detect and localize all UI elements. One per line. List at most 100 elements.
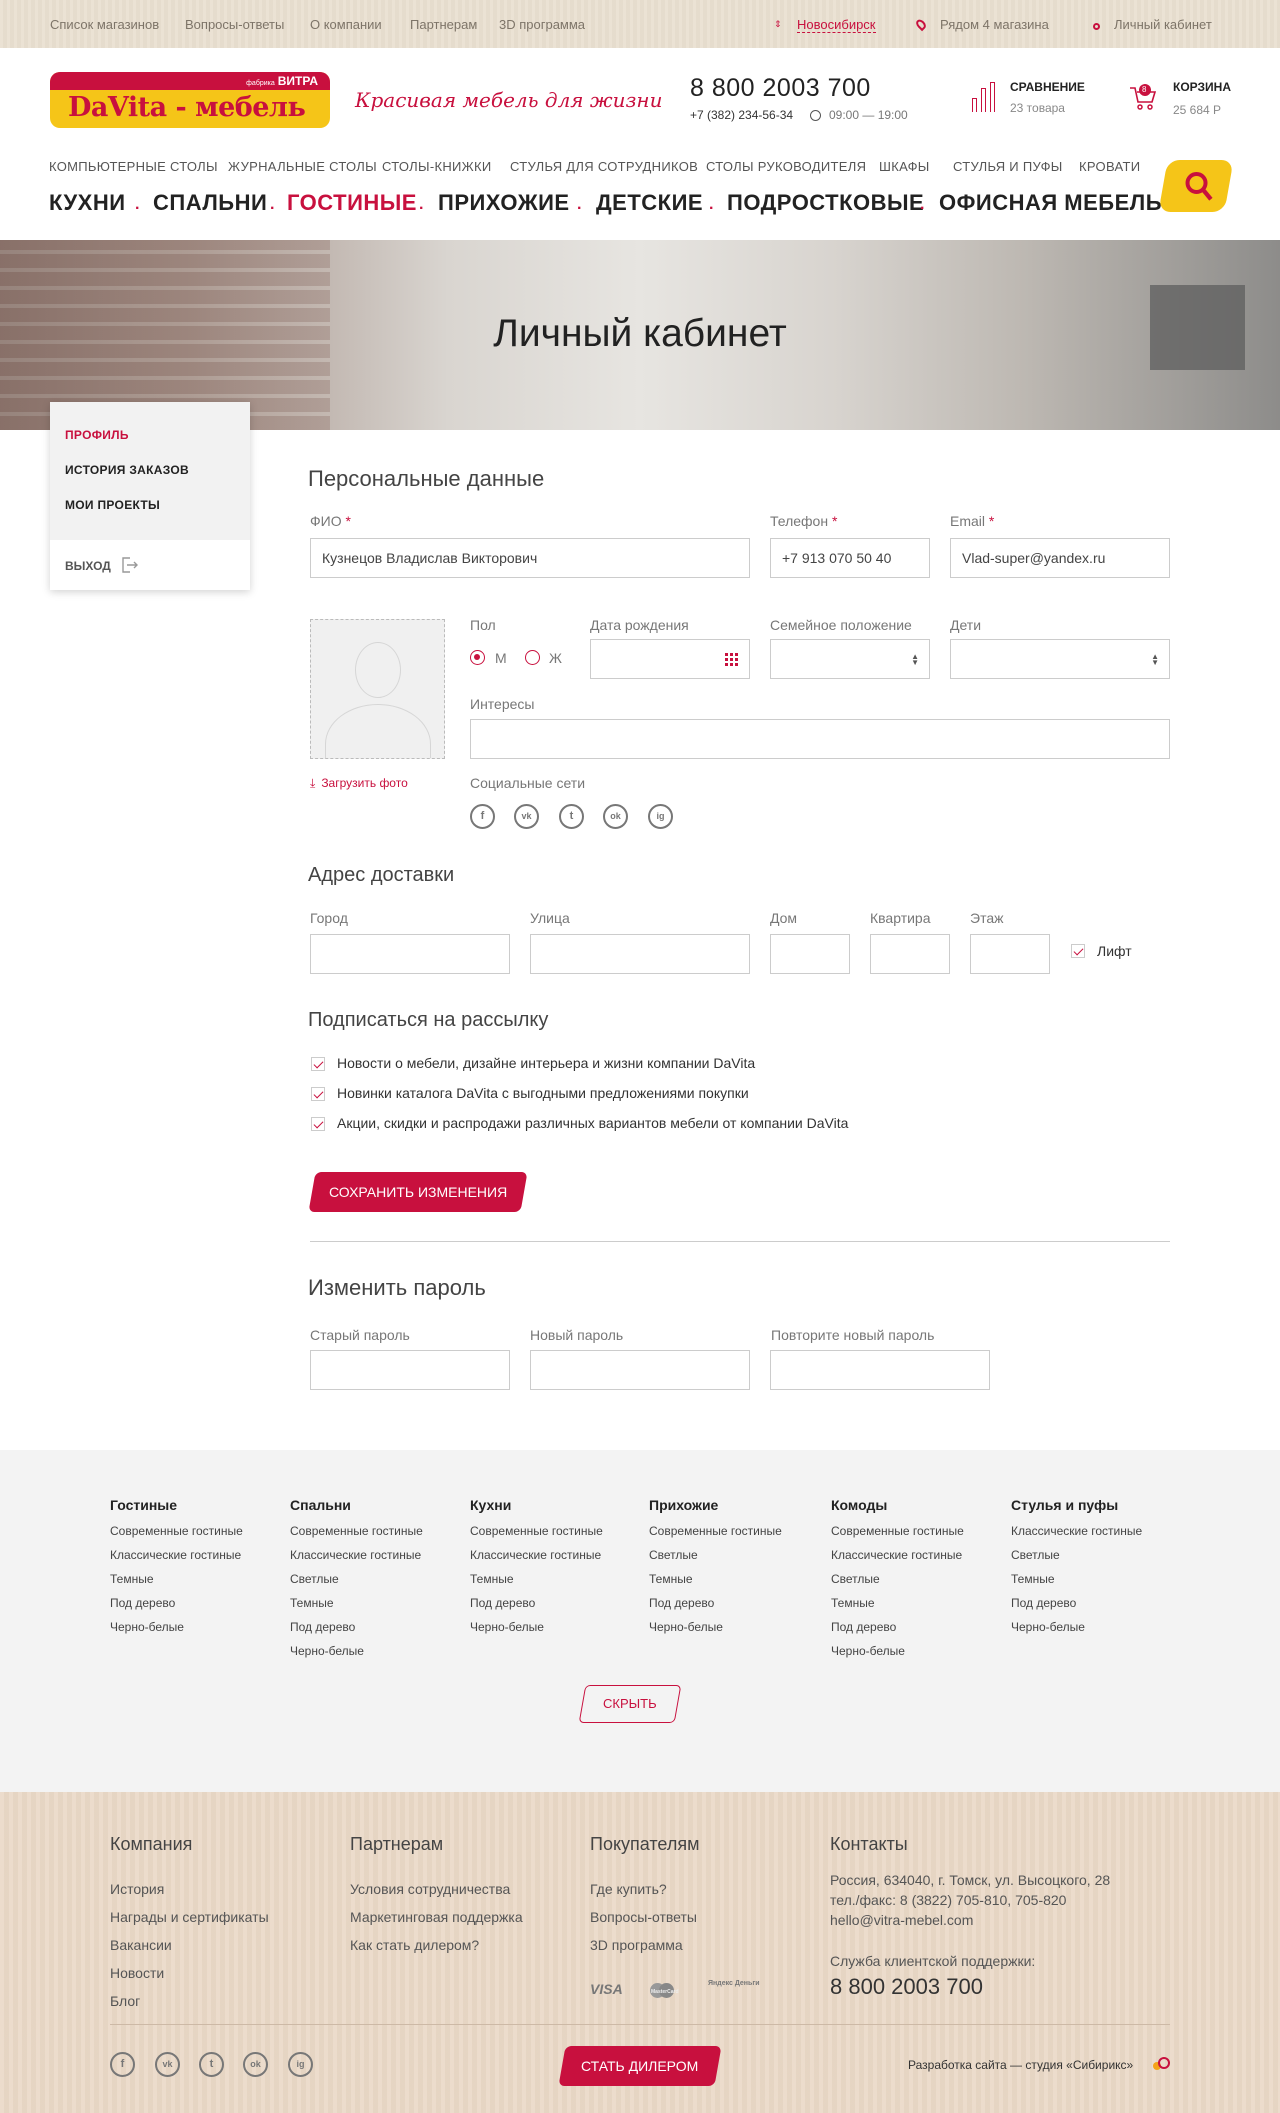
footer-link-faq[interactable]: Вопросы-ответы: [590, 1909, 697, 1925]
footer-catalog-link[interactable]: Современные гостиные: [649, 1524, 782, 1538]
nav-computer-desks[interactable]: КОМПЬЮТЕРНЫЕ СТОЛЫ: [49, 159, 218, 174]
topbar-link-about[interactable]: О компании: [310, 17, 382, 32]
odnoklassniki-icon[interactable]: ok: [603, 804, 628, 829]
footer-catalog-link[interactable]: Под дерево: [290, 1620, 355, 1634]
nav-executive-desks[interactable]: СТОЛЫ РУКОВОДИТЕЛЯ: [706, 159, 866, 174]
footer-email[interactable]: hello@vitra-mebel.com: [830, 1912, 973, 1928]
footer-catalog-link[interactable]: Современные гостиные: [470, 1524, 603, 1538]
footer-catalog-link[interactable]: Классические гостиные: [470, 1548, 601, 1562]
footer-catalog-link[interactable]: Черно-белые: [470, 1620, 544, 1634]
footer-catalog-link[interactable]: Современные гостиные: [831, 1524, 964, 1538]
footer-catalog-column-title[interactable]: Кухни: [470, 1497, 511, 1513]
nav-chairs-poufs[interactable]: СТУЛЬЯ И ПУФЫ: [953, 159, 1063, 174]
nearby-stores-link[interactable]: Рядом 4 магазина: [940, 17, 1049, 32]
footer-catalog-link[interactable]: Черно-белые: [110, 1620, 184, 1634]
twitter-icon[interactable]: t: [559, 804, 584, 829]
footer-link-awards[interactable]: Награды и сертификаты: [110, 1909, 269, 1925]
footer-link-vacancies[interactable]: Вакансии: [110, 1937, 172, 1953]
cart-icon[interactable]: 8: [1128, 82, 1158, 112]
compare-label[interactable]: СРАВНЕНИЕ: [1010, 80, 1085, 94]
footer-catalog-link[interactable]: Светлые: [649, 1548, 698, 1562]
vk-icon[interactable]: vk: [514, 804, 539, 829]
footer-catalog-column-title[interactable]: Прихожие: [649, 1497, 718, 1513]
footer-link-blog[interactable]: Блог: [110, 1993, 140, 2009]
hide-catalog-button[interactable]: СКРЫТЬ: [578, 1685, 682, 1723]
family-status-select[interactable]: ▲ ▼: [770, 639, 930, 679]
topbar-link-partners[interactable]: Партнерам: [410, 17, 477, 32]
footer-catalog-column-title[interactable]: Гостиные: [110, 1497, 177, 1513]
new-password-input[interactable]: [530, 1350, 750, 1390]
footer-catalog-link[interactable]: Современные гостиные: [110, 1524, 243, 1538]
compare-icon[interactable]: [972, 82, 998, 112]
subscribe-checkbox-news[interactable]: [311, 1057, 325, 1071]
footer-twitter-icon[interactable]: t: [199, 2052, 224, 2077]
children-select[interactable]: ▲ ▼: [950, 639, 1170, 679]
footer-support-phone[interactable]: 8 800 2003 700: [830, 1974, 983, 2000]
city-input[interactable]: [310, 934, 510, 974]
footer-link-where-buy[interactable]: Где купить?: [590, 1881, 667, 1897]
footer-catalog-link[interactable]: Черно-белые: [1011, 1620, 1085, 1634]
floor-input[interactable]: [970, 934, 1050, 974]
footer-catalog-column-title[interactable]: Спальни: [290, 1497, 351, 1513]
birthdate-input[interactable]: [590, 639, 750, 679]
footer-catalog-link[interactable]: Под дерево: [110, 1596, 175, 1610]
upload-photo-link[interactable]: ⤓ Загрузить фото: [310, 776, 408, 791]
phone-input[interactable]: +7 913 070 50 40: [770, 538, 930, 578]
topbar-link-3d[interactable]: 3D программа: [499, 17, 585, 32]
gender-radio-m[interactable]: [470, 650, 485, 665]
main-phone[interactable]: 8 800 2003 700: [690, 74, 871, 103]
nav-kitchens[interactable]: КУХНИ: [49, 190, 126, 216]
topbar-link-faq[interactable]: Вопросы-ответы: [185, 17, 284, 32]
footer-link-news[interactable]: Новости: [110, 1965, 164, 1981]
apartment-input[interactable]: [870, 934, 950, 974]
search-button[interactable]: [1158, 160, 1234, 212]
subscribe-checkbox-catalog[interactable]: [311, 1087, 325, 1101]
street-input[interactable]: [530, 934, 750, 974]
footer-catalog-link[interactable]: Темные: [831, 1596, 875, 1610]
nav-hallways[interactable]: ПРИХОЖИЕ: [438, 190, 570, 216]
topbar-link-stores[interactable]: Список магазинов: [50, 17, 159, 32]
footer-link-3d[interactable]: 3D программа: [590, 1937, 683, 1953]
footer-catalog-link[interactable]: Под дерево: [1011, 1596, 1076, 1610]
become-dealer-button[interactable]: СТАТЬ ДИЛЕРОМ: [558, 2046, 722, 2086]
cart-label[interactable]: КОРЗИНА: [1173, 80, 1231, 94]
footer-vk-icon[interactable]: vk: [155, 2052, 180, 2077]
footer-facebook-icon[interactable]: f: [110, 2052, 135, 2077]
footer-catalog-column-title[interactable]: Комоды: [831, 1497, 887, 1513]
footer-catalog-link[interactable]: Темные: [470, 1572, 514, 1586]
old-password-input[interactable]: [310, 1350, 510, 1390]
lift-checkbox[interactable]: [1071, 944, 1085, 958]
nav-coffee-tables[interactable]: ЖУРНАЛЬНЫЕ СТОЛЫ: [228, 159, 377, 174]
footer-catalog-link[interactable]: Классические гостиные: [1011, 1524, 1142, 1538]
footer-catalog-link[interactable]: Черно-белые: [649, 1620, 723, 1634]
footer-catalog-link[interactable]: Темные: [1011, 1572, 1055, 1586]
footer-catalog-link[interactable]: Светлые: [290, 1572, 339, 1586]
interests-input[interactable]: [470, 719, 1170, 759]
nav-book-tables[interactable]: СТОЛЫ-КНИЖКИ: [382, 159, 491, 174]
footer-catalog-link[interactable]: Классические гостиные: [290, 1548, 421, 1562]
nav-bedrooms[interactable]: СПАЛЬНИ: [153, 190, 267, 216]
nav-beds[interactable]: КРОВАТИ: [1079, 159, 1140, 174]
footer-catalog-link[interactable]: Под дерево: [831, 1620, 896, 1634]
nav-teens[interactable]: ПОДРОСТКОВЫЕ: [727, 190, 924, 216]
nav-living-rooms[interactable]: ГОСТИНЫЕ: [287, 190, 417, 216]
subscribe-checkbox-sales[interactable]: [311, 1117, 325, 1131]
footer-link-marketing[interactable]: Маркетинговая поддержка: [350, 1909, 523, 1925]
footer-catalog-link[interactable]: Классические гостиные: [110, 1548, 241, 1562]
repeat-password-input[interactable]: [770, 1350, 990, 1390]
house-input[interactable]: [770, 934, 850, 974]
footer-catalog-link[interactable]: Под дерево: [649, 1596, 714, 1610]
nav-kids[interactable]: ДЕТСКИЕ: [596, 190, 703, 216]
footer-catalog-link[interactable]: Светлые: [831, 1572, 880, 1586]
footer-catalog-link[interactable]: Темные: [290, 1596, 334, 1610]
save-changes-button[interactable]: СОХРАНИТЬ ИЗМЕНЕНИЯ: [308, 1172, 528, 1212]
nav-office[interactable]: ОФИСНАЯ МЕБЕЛЬ: [939, 190, 1162, 216]
sidebar-item-projects[interactable]: МОИ ПРОЕКТЫ: [65, 498, 160, 512]
account-link[interactable]: Личный кабинет: [1114, 17, 1212, 32]
footer-catalog-link[interactable]: Черно-белые: [831, 1644, 905, 1658]
footer-instagram-icon[interactable]: ig: [288, 2052, 313, 2077]
sidebar-item-profile[interactable]: ПРОФИЛЬ: [65, 428, 129, 442]
email-input[interactable]: Vlad-super@yandex.ru: [950, 538, 1170, 578]
footer-ok-icon[interactable]: ok: [243, 2052, 268, 2077]
gender-radio-f[interactable]: [525, 650, 540, 665]
